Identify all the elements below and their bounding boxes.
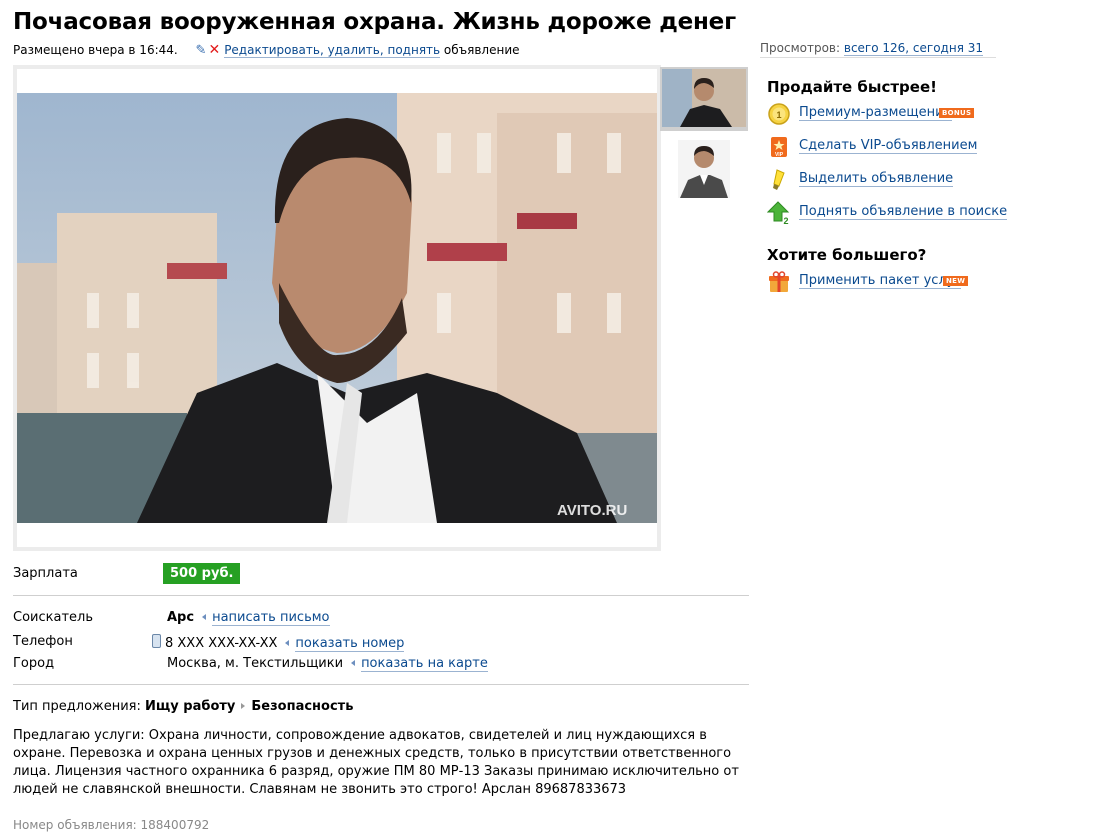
arrow-left-icon [351, 660, 356, 666]
views-link[interactable]: всего 126, сегодня 31 [843, 41, 983, 56]
mobile-phone-icon [152, 634, 161, 648]
divider [13, 684, 749, 685]
divider [13, 595, 749, 596]
applicant-label: Соискатель [13, 610, 93, 625]
main-photo[interactable]: AVITO.RU [17, 93, 657, 523]
offer-category: Безопасность [251, 699, 354, 714]
applicant-name: Арс [167, 610, 195, 625]
phone-label: Телефон [13, 634, 73, 649]
photo-frame: AVITO.RU [13, 65, 661, 551]
views-counter: Просмотров: всего 126, сегодня 31 [760, 41, 996, 58]
main-photo-image: AVITO.RU [17, 93, 657, 523]
package-link[interactable]: Применить пакет услуг [799, 273, 962, 289]
edit-suffix: объявление [443, 43, 520, 57]
city-value: Москва, м. Текстильщики [167, 656, 344, 671]
thumbnail-image-1 [662, 69, 746, 127]
highlighter-icon [773, 169, 785, 190]
applicant-row: Арс написать письмо [167, 610, 330, 626]
arrow-left-icon [202, 614, 207, 620]
page-title: Почасовая вооруженная охрана. Жизнь доро… [13, 9, 736, 35]
photo-thumbnail-2[interactable] [678, 140, 730, 198]
pencil-icon[interactable]: ✎ [196, 43, 207, 58]
views-label: Просмотров: [760, 41, 841, 55]
salary-label: Зарплата [13, 566, 78, 581]
svg-text:2: 2 [783, 216, 788, 225]
phone-value: 8 XXX XXX-XX-XX [165, 636, 278, 651]
edit-ad-link[interactable]: Редактировать, удалить, поднять [224, 43, 441, 58]
offer-type-value: Ищу работу [145, 699, 236, 714]
want-more-heading: Хотите большего? [767, 246, 927, 264]
offer-type-label: Тип предложения: [13, 699, 141, 714]
thumbnail-image-2 [678, 140, 730, 198]
phone-row: 8 XXX XXX-XX-XX показать номер [152, 634, 405, 652]
salary-badge: 500 руб. [163, 563, 241, 584]
vip-icon: VIP [771, 137, 787, 158]
photo-thumbnail-1[interactable] [660, 67, 748, 131]
arrow-up-icon: 2 [767, 201, 790, 225]
show-number-link[interactable]: показать номер [295, 636, 405, 652]
breadcrumb-arrow-icon [241, 703, 246, 709]
svg-text:1: 1 [776, 110, 781, 120]
raise-link[interactable]: Поднять объявление в поиске [799, 204, 1008, 220]
city-label: Город [13, 656, 55, 671]
highlight-link[interactable]: Выделить объявление [799, 171, 954, 187]
gift-icon [769, 271, 789, 292]
svg-text:VIP: VIP [775, 152, 784, 158]
delete-icon[interactable]: ✕ [208, 42, 220, 58]
city-row: Москва, м. Текстильщики показать на карте [167, 656, 488, 672]
vip-link[interactable]: Сделать VIP-объявлением [799, 138, 978, 154]
coin-icon: 1 [768, 103, 790, 125]
sell-faster-heading: Продайте быстрее! [767, 78, 937, 96]
ad-number: Номер объявления: 188400792 [13, 818, 210, 832]
bonus-badge: BONUS [939, 108, 975, 118]
ad-description: Предлагаю услуги: Охрана личности, сопро… [13, 728, 739, 797]
ad-meta: Размещено вчера в 16:44. ✎ ✕ Редактировать… [13, 42, 520, 58]
new-badge: NEW [943, 276, 969, 286]
posted-date: Размещено вчера в 16:44. [13, 43, 178, 57]
show-map-link[interactable]: показать на карте [361, 656, 488, 672]
write-letter-link[interactable]: написать письмо [212, 610, 330, 626]
premium-link[interactable]: Премиум-размещение [799, 105, 952, 121]
arrow-left-icon [285, 640, 290, 646]
avito-watermark: AVITO.RU [557, 502, 627, 519]
offer-type-row: Тип предложения: Ищу работу Безопасность [13, 699, 353, 714]
